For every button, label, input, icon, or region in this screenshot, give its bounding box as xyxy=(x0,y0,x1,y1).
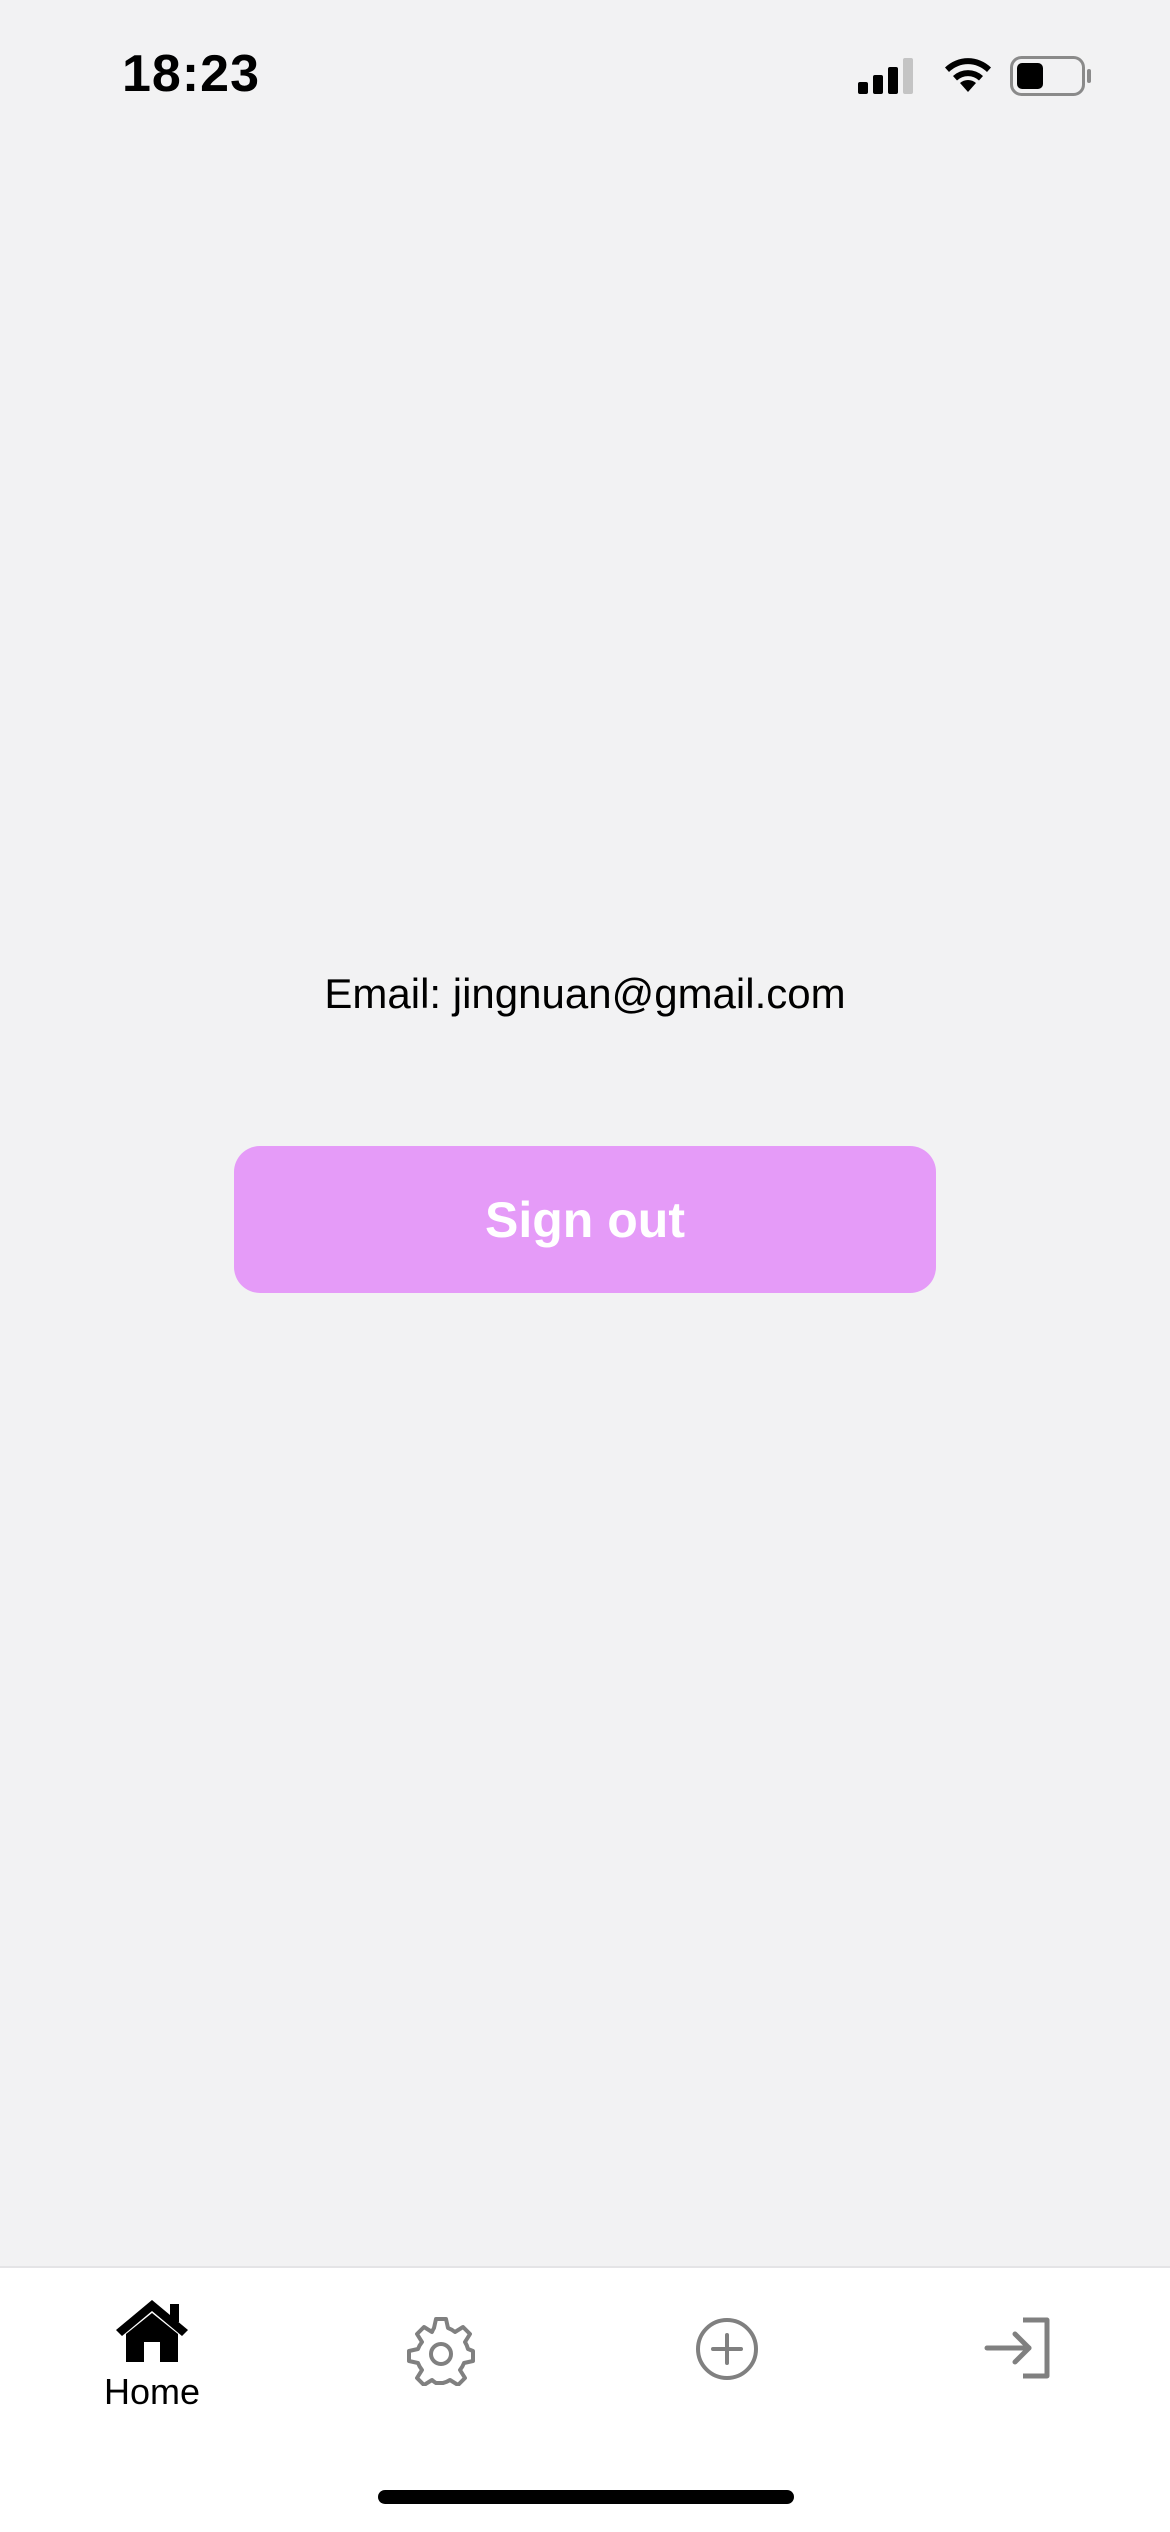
tab-sign-in[interactable] xyxy=(872,2268,1164,2428)
tab-add[interactable] xyxy=(581,2268,873,2428)
status-time: 18:23 xyxy=(122,45,260,103)
tab-home[interactable]: Home xyxy=(6,2268,298,2428)
status-bar: 18:23 xyxy=(0,0,1170,150)
battery-icon xyxy=(1010,56,1092,101)
home-indicator xyxy=(378,2490,794,2504)
sign-in-icon xyxy=(983,2316,1053,2385)
signal-icon xyxy=(858,58,916,99)
email-label: Email: jingnuan@gmail.com xyxy=(324,970,846,1017)
home-icon xyxy=(114,2298,190,2369)
screen: 18:23 Email: jingnuan@gmail.com Sign out… xyxy=(0,0,1170,2532)
plus-circle-icon xyxy=(694,2316,760,2387)
wifi-icon xyxy=(942,56,994,99)
tab-settings[interactable] xyxy=(295,2268,587,2428)
sign-out-button[interactable]: Sign out xyxy=(234,1146,936,1293)
gear-icon xyxy=(406,2316,476,2391)
tab-home-label: Home xyxy=(103,2371,201,2412)
